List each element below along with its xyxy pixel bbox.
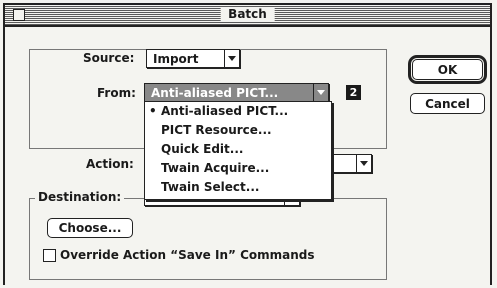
menu-item-twain-select[interactable]: Twain Select... xyxy=(145,178,331,197)
from-popup-arrow xyxy=(313,84,328,101)
chevron-down-icon xyxy=(317,90,325,95)
menu-item-quick-edit[interactable]: Quick Edit... xyxy=(145,140,331,159)
source-popup-arrow xyxy=(224,50,239,67)
chevron-down-icon xyxy=(360,161,368,166)
from-popup[interactable]: Anti-aliased PICT... xyxy=(144,83,329,102)
menu-item-pict-resource[interactable]: PICT Resource... xyxy=(145,121,331,140)
title-bar[interactable]: Batch xyxy=(5,5,490,27)
ok-button[interactable]: OK xyxy=(412,59,483,80)
from-popup-menu: • Anti-aliased PICT... PICT Resource... Q… xyxy=(144,101,332,200)
override-checkbox[interactable] xyxy=(43,249,56,262)
dialog-title: Batch xyxy=(220,7,275,22)
override-label[interactable]: Override Action “Save In” Commands xyxy=(60,247,315,263)
cancel-button[interactable]: Cancel xyxy=(410,93,485,114)
close-box[interactable] xyxy=(13,9,25,21)
source-label: Source: xyxy=(80,50,138,66)
destination-group xyxy=(29,198,387,280)
source-popup-value: Import xyxy=(153,52,199,66)
destination-label: Destination: xyxy=(35,189,125,205)
chevron-down-icon xyxy=(228,56,236,61)
menu-item-anti-aliased-pict[interactable]: • Anti-aliased PICT... xyxy=(145,102,331,121)
check-bullet-icon: • xyxy=(149,104,157,118)
menu-item-twain-acquire[interactable]: Twain Acquire... xyxy=(145,159,331,178)
action-label: Action: xyxy=(86,157,134,171)
from-label: From: xyxy=(97,86,136,100)
action-popup-arrow xyxy=(356,155,371,172)
source-popup[interactable]: Import xyxy=(146,49,240,68)
from-popup-value: Anti-aliased PICT... xyxy=(151,86,279,100)
batch-dialog: Batch Source: Import From: Anti-aliased … xyxy=(3,3,492,285)
callout-number-badge: 2 xyxy=(346,85,361,100)
choose-button[interactable]: Choose... xyxy=(47,218,133,238)
